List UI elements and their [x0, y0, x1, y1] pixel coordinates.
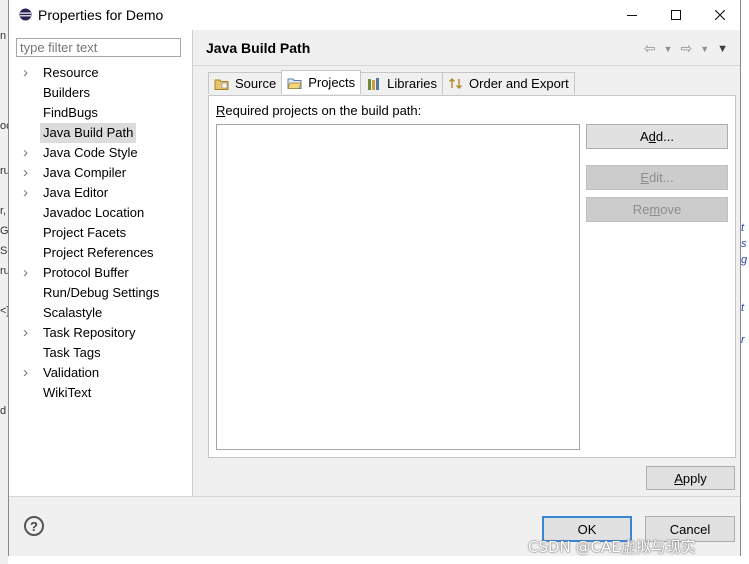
- filter-input[interactable]: [16, 38, 181, 57]
- tab-order-export-label: Order and Export: [469, 76, 569, 91]
- source-folder-icon: [214, 79, 229, 90]
- window-title: Properties for Demo: [38, 7, 164, 23]
- edit-label-post: dit...: [649, 170, 674, 185]
- watermark: CSDN @CAE虚拟与现实: [528, 538, 696, 556]
- tree-item[interactable]: WikiText: [9, 383, 192, 403]
- add-label-post: d...: [655, 129, 674, 144]
- libraries-icon: [368, 77, 380, 90]
- title-bar: Properties for Demo: [9, 0, 740, 30]
- edit-button[interactable]: Edit...: [586, 165, 728, 190]
- projects-icon: [287, 78, 302, 89]
- tree-item-label: Java Compiler: [43, 165, 127, 180]
- tree-item-label: Java Code Style: [43, 145, 138, 160]
- tab-libraries-label: Libraries: [387, 76, 438, 91]
- tree-item[interactable]: Project References: [9, 243, 192, 263]
- forward-menu-chevron-icon[interactable]: ▼: [700, 40, 709, 58]
- order-export-icon: [449, 77, 463, 89]
- tab-strip: Source Projects Libraries Order and Expo…: [208, 70, 575, 95]
- tree-item[interactable]: › Java Editor: [9, 183, 192, 203]
- tree-item-label: Task Repository: [43, 325, 136, 340]
- tab-projects-label: Projects: [308, 75, 356, 90]
- page-title: Java Build Path: [206, 40, 311, 56]
- maximize-icon: [671, 10, 681, 20]
- expand-chevron-icon[interactable]: ›: [23, 263, 33, 283]
- tree-item[interactable]: Java Build Path: [9, 123, 192, 143]
- tree-item-label: Task Tags: [43, 345, 101, 360]
- forward-arrow-icon[interactable]: ⇨: [680, 40, 692, 58]
- title-separator: [193, 65, 740, 66]
- view-menu-icon[interactable]: ▼: [717, 40, 728, 58]
- apply-label-mnemonic: A: [674, 470, 683, 486]
- required-projects-label-text: equired projects on the build path:: [225, 103, 422, 118]
- maximize-button[interactable]: [653, 0, 699, 30]
- page-pane: Java Build Path ⇦ ▼ ⇨ ▼ ▼ Source Project…: [193, 30, 740, 496]
- tree-item[interactable]: Scalastyle: [9, 303, 192, 323]
- expand-chevron-icon[interactable]: ›: [23, 63, 33, 83]
- add-label-mnemonic: d: [648, 129, 656, 144]
- remove-label-post: ove: [660, 202, 682, 217]
- expand-chevron-icon[interactable]: ›: [23, 163, 33, 183]
- projects-tab-panel: Required projects on the build path: Add…: [208, 95, 736, 458]
- background-editor-right: tsg tr: [741, 0, 749, 564]
- tree-item-label: Validation: [43, 365, 100, 380]
- remove-label-mnemonic: m: [649, 202, 661, 217]
- expand-chevron-icon[interactable]: ›: [23, 183, 33, 203]
- page-nav: ⇦ ▼ ⇨ ▼ ▼: [644, 40, 728, 58]
- tree-item[interactable]: Task Tags: [9, 343, 192, 363]
- tab-libraries[interactable]: Libraries: [360, 72, 444, 94]
- tree-item[interactable]: Builders: [9, 83, 192, 103]
- close-button[interactable]: [697, 0, 743, 30]
- category-pane: › Resource Builders FindBugs Java Build Path…: [9, 30, 193, 496]
- tree-item-label: WikiText: [43, 385, 92, 400]
- tree-item[interactable]: › Validation: [9, 363, 192, 383]
- tab-source[interactable]: Source: [208, 72, 283, 94]
- edit-label-mnemonic: E: [640, 170, 650, 185]
- tab-source-label: Source: [235, 76, 277, 91]
- minimize-icon: [627, 15, 637, 16]
- tab-projects[interactable]: Projects: [281, 70, 362, 94]
- tree-item-label: Project Facets: [43, 225, 127, 240]
- tree-item-label: Project References: [43, 245, 154, 260]
- background-editor-left: nocru r,GeSe ru<]d: [0, 0, 8, 564]
- help-icon[interactable]: ?: [24, 516, 44, 536]
- tree-item-label: Java Editor: [43, 185, 109, 200]
- tree-item-label: Java Build Path: [40, 123, 137, 143]
- expand-chevron-icon[interactable]: ›: [23, 363, 33, 383]
- tree-item[interactable]: Project Facets: [9, 223, 192, 243]
- apply-label-post: pply: [682, 470, 707, 486]
- remove-button[interactable]: Re m ove: [586, 197, 728, 222]
- tree-item-label: Scalastyle: [43, 305, 103, 320]
- remove-label-pre: Re: [632, 202, 650, 217]
- tree-item[interactable]: Javadoc Location: [9, 203, 192, 223]
- expand-chevron-icon[interactable]: ›: [23, 323, 33, 343]
- tree-item[interactable]: › Resource: [9, 63, 192, 83]
- tree-item-label: Builders: [43, 85, 90, 100]
- eclipse-icon: [19, 8, 32, 21]
- tree-item-label: FindBugs: [43, 105, 98, 120]
- tree-item-label: Protocol Buffer: [43, 265, 129, 280]
- tab-order-export[interactable]: Order and Export: [442, 72, 575, 94]
- tree-item[interactable]: › Task Repository: [9, 323, 192, 343]
- tree-item[interactable]: › Protocol Buffer: [9, 263, 192, 283]
- minimize-button[interactable]: [609, 0, 655, 30]
- required-projects-list[interactable]: [216, 124, 580, 450]
- tree-item[interactable]: › Java Compiler: [9, 163, 192, 183]
- tree-item-label: Run/Debug Settings: [43, 285, 160, 300]
- tree-item[interactable]: Run/Debug Settings: [9, 283, 192, 303]
- tree-item[interactable]: › Java Code Style: [9, 143, 192, 163]
- category-tree: › Resource Builders FindBugs Java Build Path…: [9, 63, 192, 403]
- required-projects-label: Required projects on the build path:: [216, 103, 421, 118]
- add-label-pre: A: [640, 129, 649, 144]
- close-icon: [715, 10, 725, 20]
- tree-item-label: Resource: [43, 65, 99, 80]
- apply-button[interactable]: Apply: [646, 466, 735, 490]
- back-arrow-icon[interactable]: ⇦: [644, 40, 656, 58]
- properties-dialog: Properties for Demo › Resource Builders Fin…: [8, 0, 741, 556]
- expand-chevron-icon[interactable]: ›: [23, 143, 33, 163]
- add-button[interactable]: Ad d...: [586, 124, 728, 149]
- back-menu-chevron-icon[interactable]: ▼: [664, 40, 673, 58]
- tree-item-label: Javadoc Location: [43, 205, 145, 220]
- tree-item[interactable]: FindBugs: [9, 103, 192, 123]
- required-projects-mnemonic: R: [216, 103, 226, 118]
